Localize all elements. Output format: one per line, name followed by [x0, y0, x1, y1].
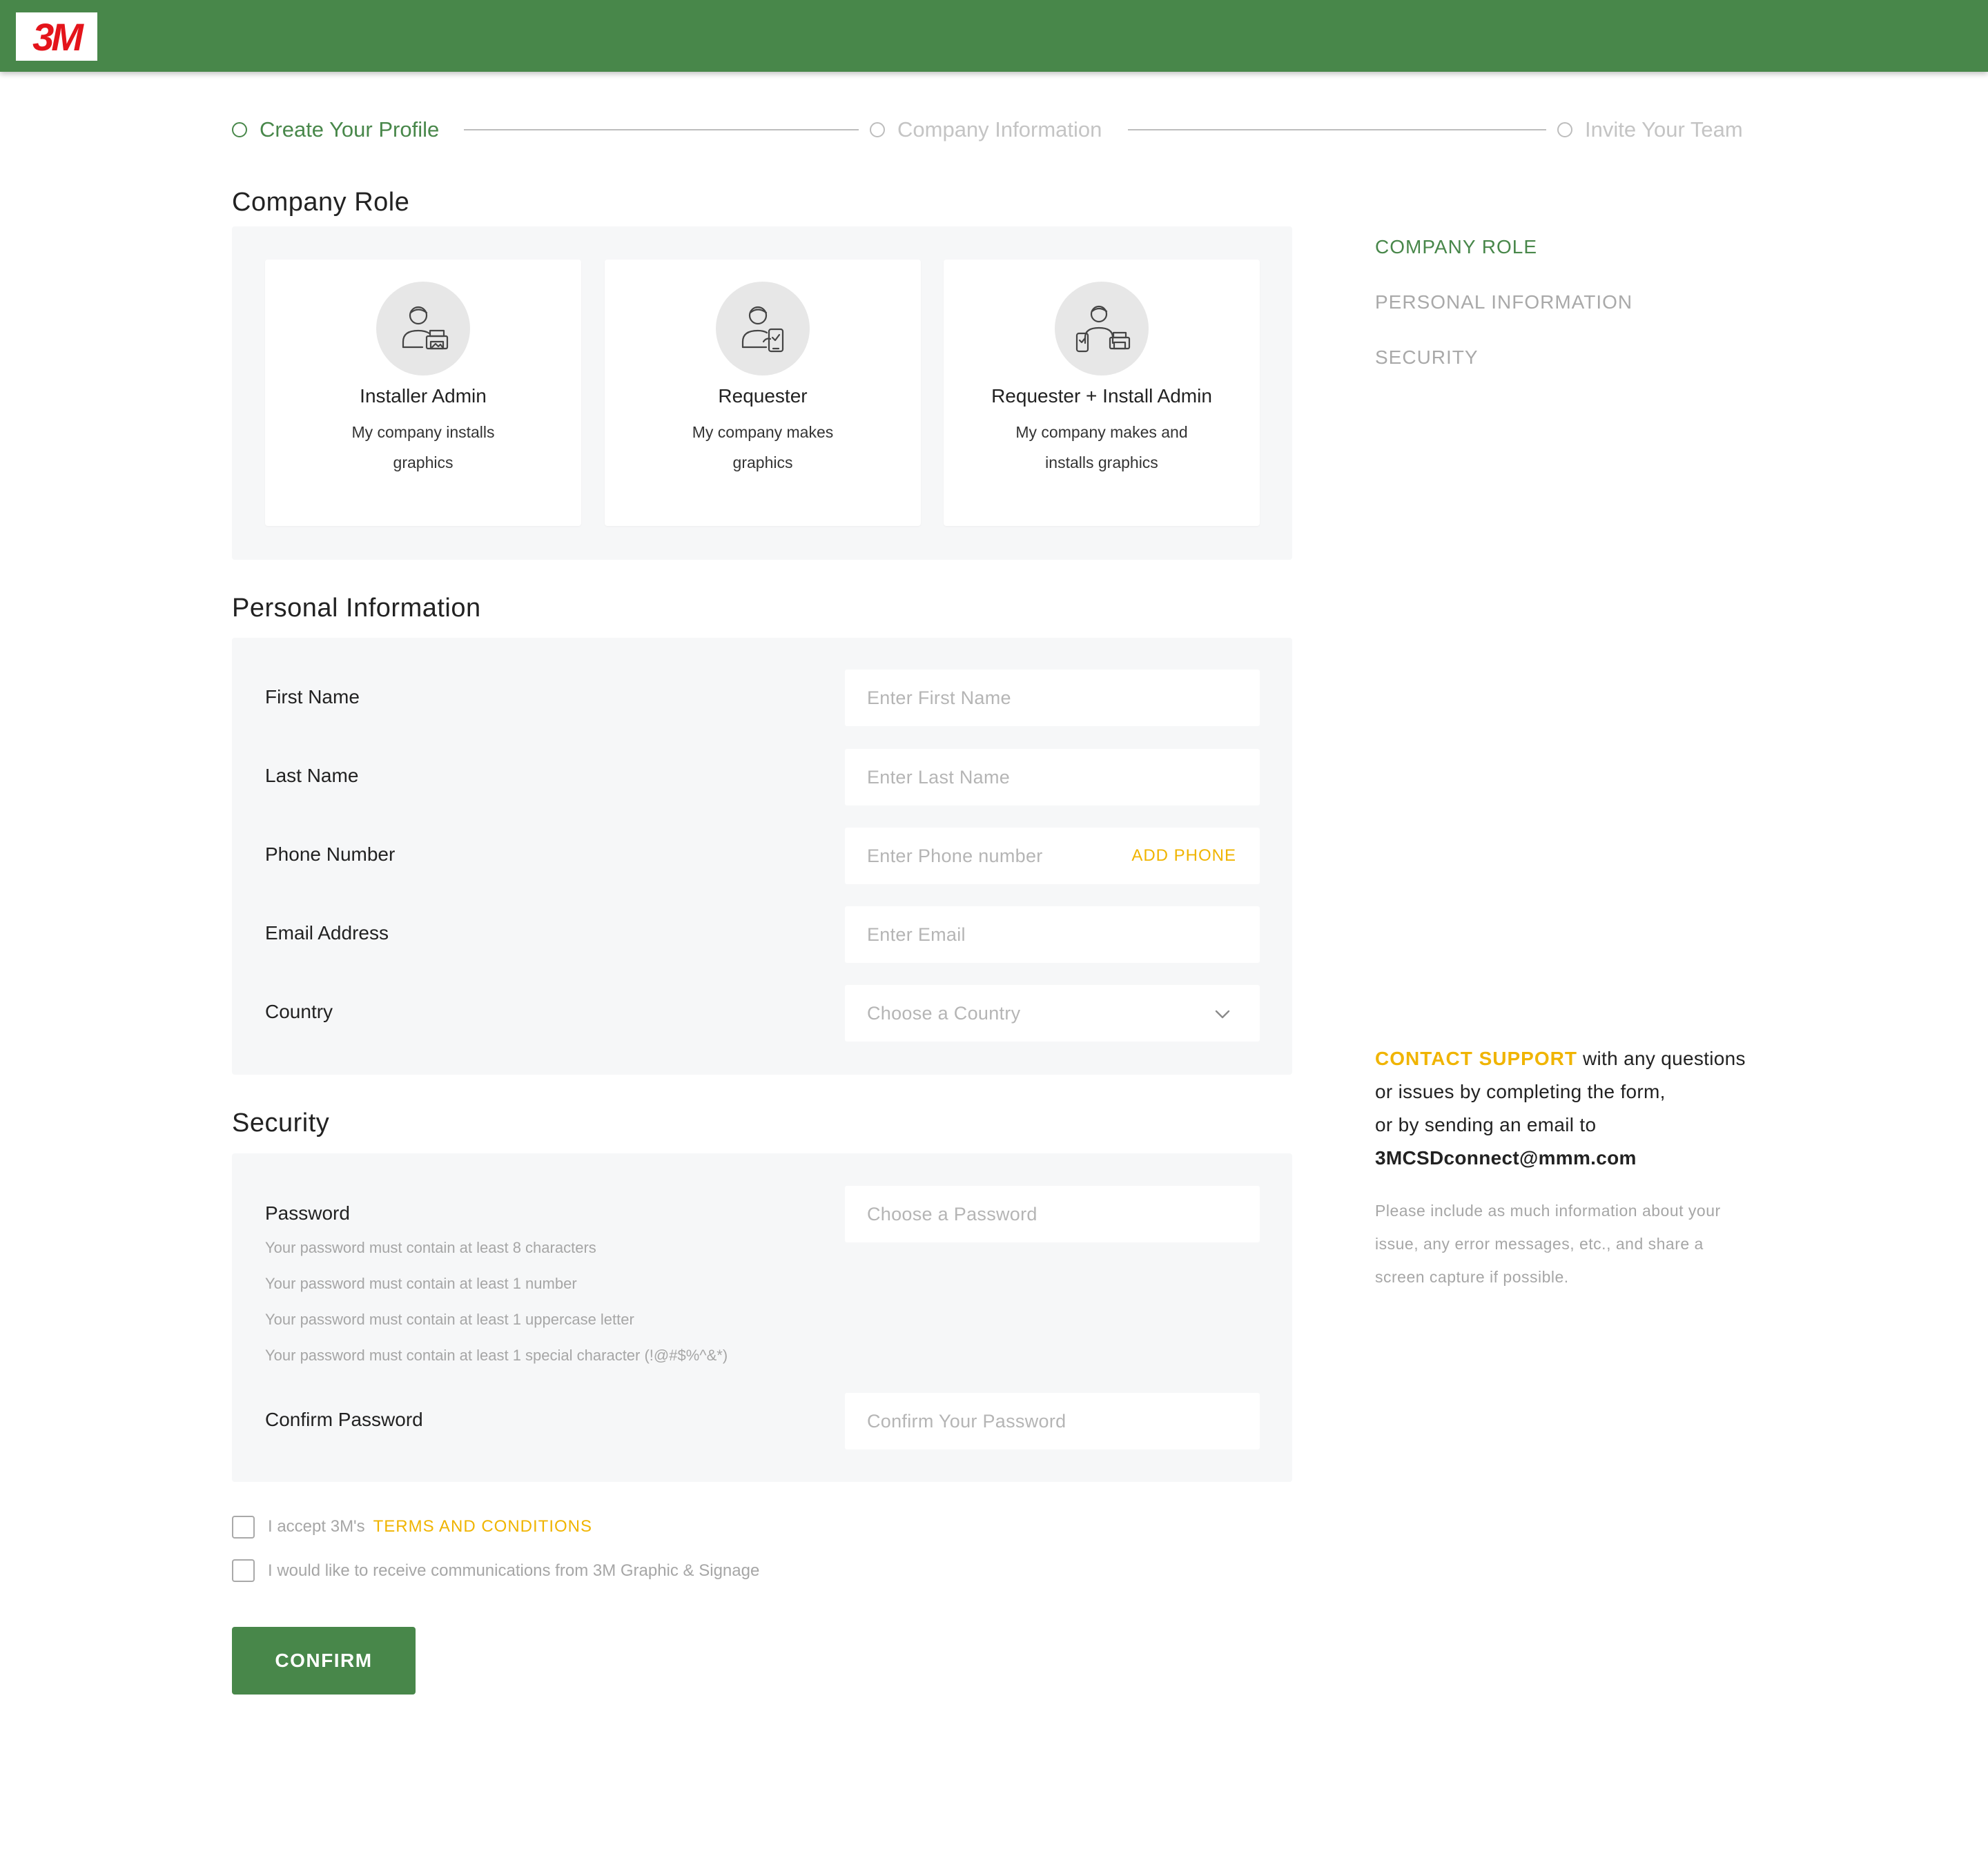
first-name-input[interactable]: Enter First Name — [845, 670, 1260, 726]
requester-install-admin-icon — [1055, 282, 1149, 375]
phone-label: Phone Number — [265, 843, 396, 865]
support-line: with any questions — [1577, 1048, 1746, 1069]
last-name-placeholder: Enter Last Name — [867, 766, 1011, 788]
password-rule: Your password must contain at least 8 ch… — [265, 1239, 596, 1256]
support-note: Please include as much information about… — [1375, 1194, 1789, 1293]
confirm-password-placeholder: Confirm Your Password — [867, 1410, 1066, 1432]
terms-text: I accept 3M's TERMS AND CONDITIONS — [268, 1517, 592, 1536]
side-nav-company-role[interactable]: COMPANY ROLE — [1375, 236, 1537, 258]
role-description: My company installs graphics — [327, 417, 519, 478]
role-description: My company makes and installs graphics — [992, 417, 1211, 478]
role-card-installer-admin[interactable]: Installer Admin My company installs grap… — [265, 260, 581, 526]
terms-link[interactable]: TERMS AND CONDITIONS — [373, 1517, 592, 1536]
role-card-requester[interactable]: Requester My company makes graphics — [605, 260, 921, 526]
step-create-your-profile[interactable]: Create Your Profile — [232, 116, 439, 144]
first-name-label: First Name — [265, 686, 360, 707]
terms-prefix: I accept 3M's — [268, 1517, 365, 1536]
terms-checkbox[interactable] — [232, 1516, 255, 1539]
contact-support-link[interactable]: CONTACT SUPPORT — [1375, 1048, 1577, 1069]
support-text: CONTACT SUPPORT with any questions or is… — [1375, 1042, 1789, 1175]
3m-logo[interactable]: 3M — [16, 12, 97, 61]
step-circle-icon — [1557, 122, 1572, 137]
step-invite-your-team[interactable]: Invite Your Team — [1557, 116, 1743, 144]
role-card-requester-install-admin[interactable]: Requester + Install Admin My company mak… — [944, 260, 1260, 526]
phone-input[interactable]: Enter Phone number ADD PHONE — [845, 828, 1260, 884]
country-label: Country — [265, 1001, 333, 1022]
country-select[interactable]: Choose a Country — [845, 985, 1260, 1042]
support-email[interactable]: 3MCSDconnect@mmm.com — [1375, 1142, 1789, 1175]
password-label: Password — [265, 1202, 350, 1224]
last-name-input[interactable]: Enter Last Name — [845, 749, 1260, 805]
step-label: Invite Your Team — [1585, 117, 1743, 141]
confirm-password-label: Confirm Password — [265, 1409, 423, 1430]
side-nav-security[interactable]: SECURITY — [1375, 346, 1479, 369]
step-company-information[interactable]: Company Information — [870, 116, 1102, 144]
step-connector — [464, 129, 859, 130]
confirm-password-input[interactable]: Confirm Your Password — [845, 1393, 1260, 1449]
role-description: My company makes graphics — [667, 417, 859, 478]
email-placeholder: Enter Email — [867, 924, 966, 945]
step-circle-icon — [870, 122, 885, 137]
communications-text: I would like to receive communications f… — [268, 1561, 760, 1580]
first-name-placeholder: Enter First Name — [867, 687, 1011, 708]
role-title: Installer Admin — [360, 385, 487, 407]
support-note-line: screen capture if possible. — [1375, 1268, 1569, 1286]
country-placeholder: Choose a Country — [867, 1002, 1021, 1024]
step-connector — [1128, 129, 1546, 130]
confirm-button[interactable]: CONFIRM — [232, 1627, 416, 1695]
role-title: Requester — [718, 385, 808, 407]
support-note-line: Please include as much information about… — [1375, 1202, 1721, 1220]
chevron-down-icon — [1215, 1010, 1230, 1019]
email-label: Email Address — [265, 922, 389, 944]
password-rule: Your password must contain at least 1 nu… — [265, 1275, 577, 1292]
email-input[interactable]: Enter Email — [845, 906, 1260, 963]
requester-icon — [716, 282, 810, 375]
top-bar: 3M — [0, 0, 1988, 72]
personal-info-title: Personal Information — [232, 594, 481, 623]
support-line: or issues by completing the form, — [1375, 1081, 1666, 1102]
add-phone-button[interactable]: ADD PHONE — [1131, 828, 1236, 884]
role-desc-line: graphics — [393, 453, 454, 471]
security-title: Security — [232, 1109, 330, 1137]
support-note-line: issue, any error messages, etc., and sha… — [1375, 1235, 1704, 1253]
role-desc-line: My company makes — [692, 423, 834, 441]
role-desc-line: graphics — [732, 453, 793, 471]
installer-admin-icon — [376, 282, 470, 375]
side-nav-personal-information[interactable]: PERSONAL INFORMATION — [1375, 291, 1633, 313]
step-label: Company Information — [897, 117, 1102, 141]
role-desc-line: My company installs — [351, 423, 495, 441]
last-name-label: Last Name — [265, 765, 359, 786]
support-line: or by sending an email to — [1375, 1114, 1597, 1135]
role-desc-line: My company makes and — [1015, 423, 1188, 441]
logo-text: 3M — [32, 14, 84, 59]
step-label: Create Your Profile — [260, 117, 440, 141]
communications-checkbox[interactable] — [232, 1559, 255, 1582]
password-placeholder: Choose a Password — [867, 1203, 1037, 1224]
phone-placeholder: Enter Phone number — [867, 845, 1043, 866]
role-desc-line: installs graphics — [1045, 453, 1158, 471]
password-rule: Your password must contain at least 1 up… — [265, 1311, 634, 1328]
role-title: Requester + Install Admin — [991, 385, 1212, 407]
company-role-title: Company Role — [232, 188, 410, 217]
password-input[interactable]: Choose a Password — [845, 1186, 1260, 1242]
password-rule: Your password must contain at least 1 sp… — [265, 1347, 728, 1364]
step-circle-icon — [232, 122, 247, 137]
